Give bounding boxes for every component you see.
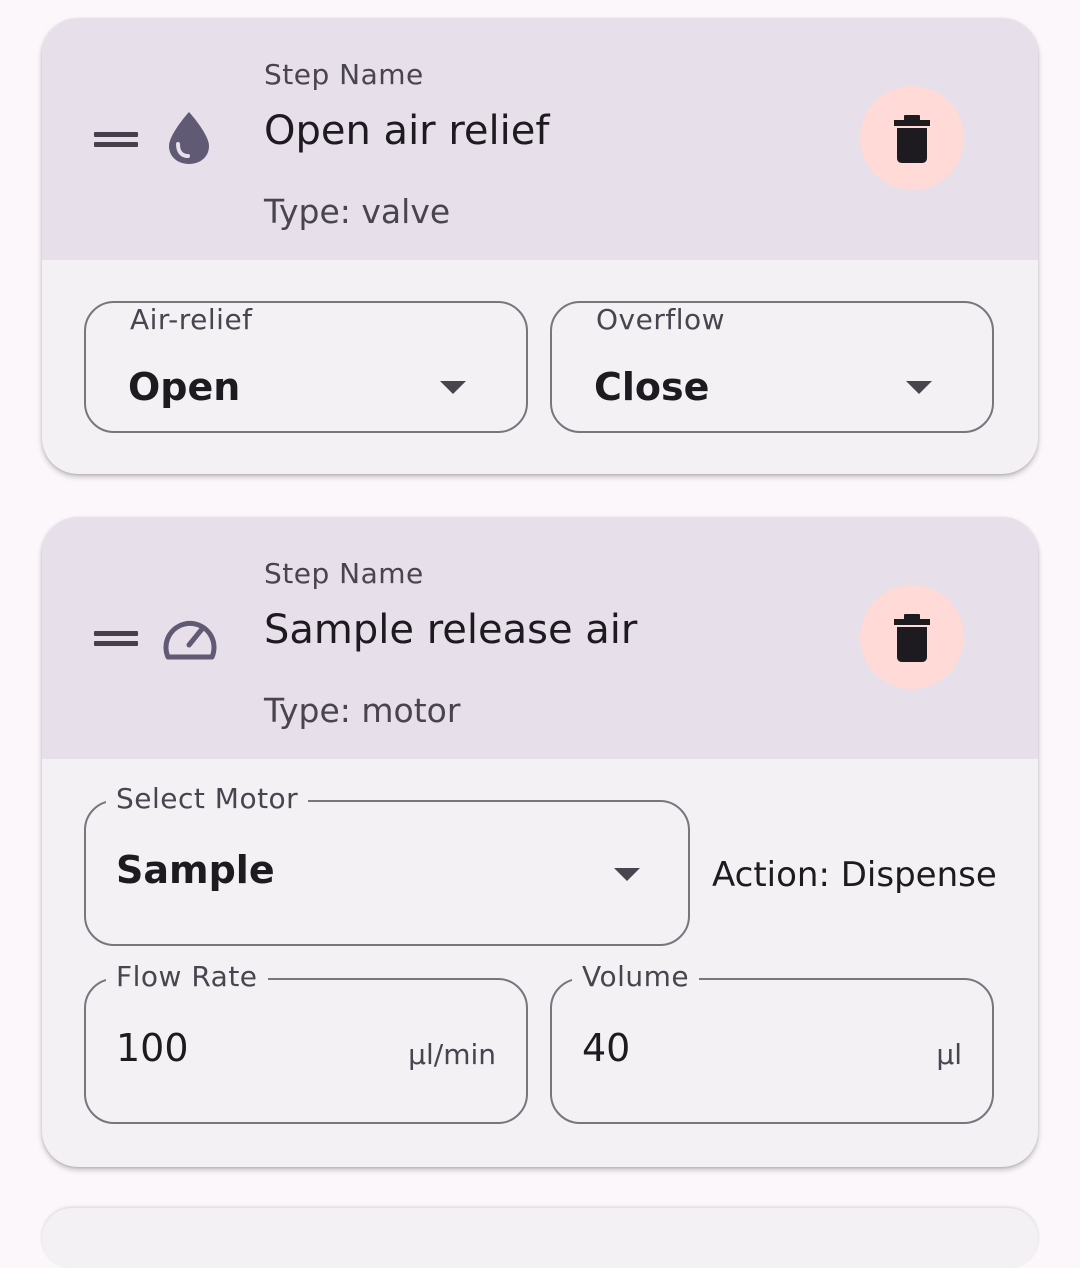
delete-step-button[interactable]: [860, 585, 964, 689]
field-label: Select Motor: [106, 782, 309, 816]
field-label: Overflow: [596, 303, 726, 336]
dropdown-value: Close: [594, 365, 710, 409]
field-label: Flow Rate: [106, 960, 268, 994]
step-type: Type: motor: [264, 691, 461, 730]
volume-input[interactable]: Volume 40 µl: [550, 960, 994, 1124]
next-step-card: [42, 1208, 1038, 1268]
dropdown-value: Open: [128, 365, 241, 409]
unit-suffix: µl/min: [408, 1038, 496, 1071]
dropdown-value: Sample: [116, 848, 275, 892]
arrow-drop-down-icon: [614, 868, 640, 881]
step-name-value[interactable]: Sample release air: [264, 607, 637, 653]
speedometer-icon: [162, 613, 218, 665]
overflow-dropdown[interactable]: Overflow Close: [550, 301, 994, 433]
air-relief-dropdown[interactable]: Air-relief Open: [84, 301, 528, 433]
action-text: Action: Dispense: [712, 855, 997, 895]
step-card-open-air-relief: Step Name Open air relief Type: valve Ai…: [42, 18, 1038, 474]
delete-icon: [894, 115, 930, 163]
unit-suffix: µl: [936, 1038, 962, 1071]
select-motor-dropdown[interactable]: Select Motor Sample: [84, 782, 690, 946]
step-name-label: Step Name: [264, 58, 424, 91]
step-card-sample-release-air: Step Name Sample release air Type: motor…: [42, 517, 1038, 1167]
drag-handle-icon[interactable]: [94, 129, 138, 149]
water-drop-icon: [166, 110, 212, 170]
input-value: 40: [582, 1026, 631, 1070]
step-type: Type: valve: [264, 192, 451, 231]
flow-rate-input[interactable]: Flow Rate 100 µl/min: [84, 960, 528, 1124]
input-value: 100: [116, 1026, 189, 1070]
arrow-drop-down-icon: [440, 381, 466, 394]
delete-step-button[interactable]: [860, 86, 964, 190]
arrow-drop-down-icon: [906, 381, 932, 394]
field-label: Volume: [572, 960, 700, 994]
drag-handle-icon[interactable]: [94, 628, 138, 648]
step-card-header: Step Name Sample release air Type: motor: [42, 517, 1038, 759]
delete-icon: [894, 614, 930, 662]
field-label: Air-relief: [130, 303, 253, 336]
step-card-header: Step Name Open air relief Type: valve: [42, 18, 1038, 260]
step-name-value[interactable]: Open air relief: [264, 108, 549, 154]
step-name-label: Step Name: [264, 557, 424, 590]
